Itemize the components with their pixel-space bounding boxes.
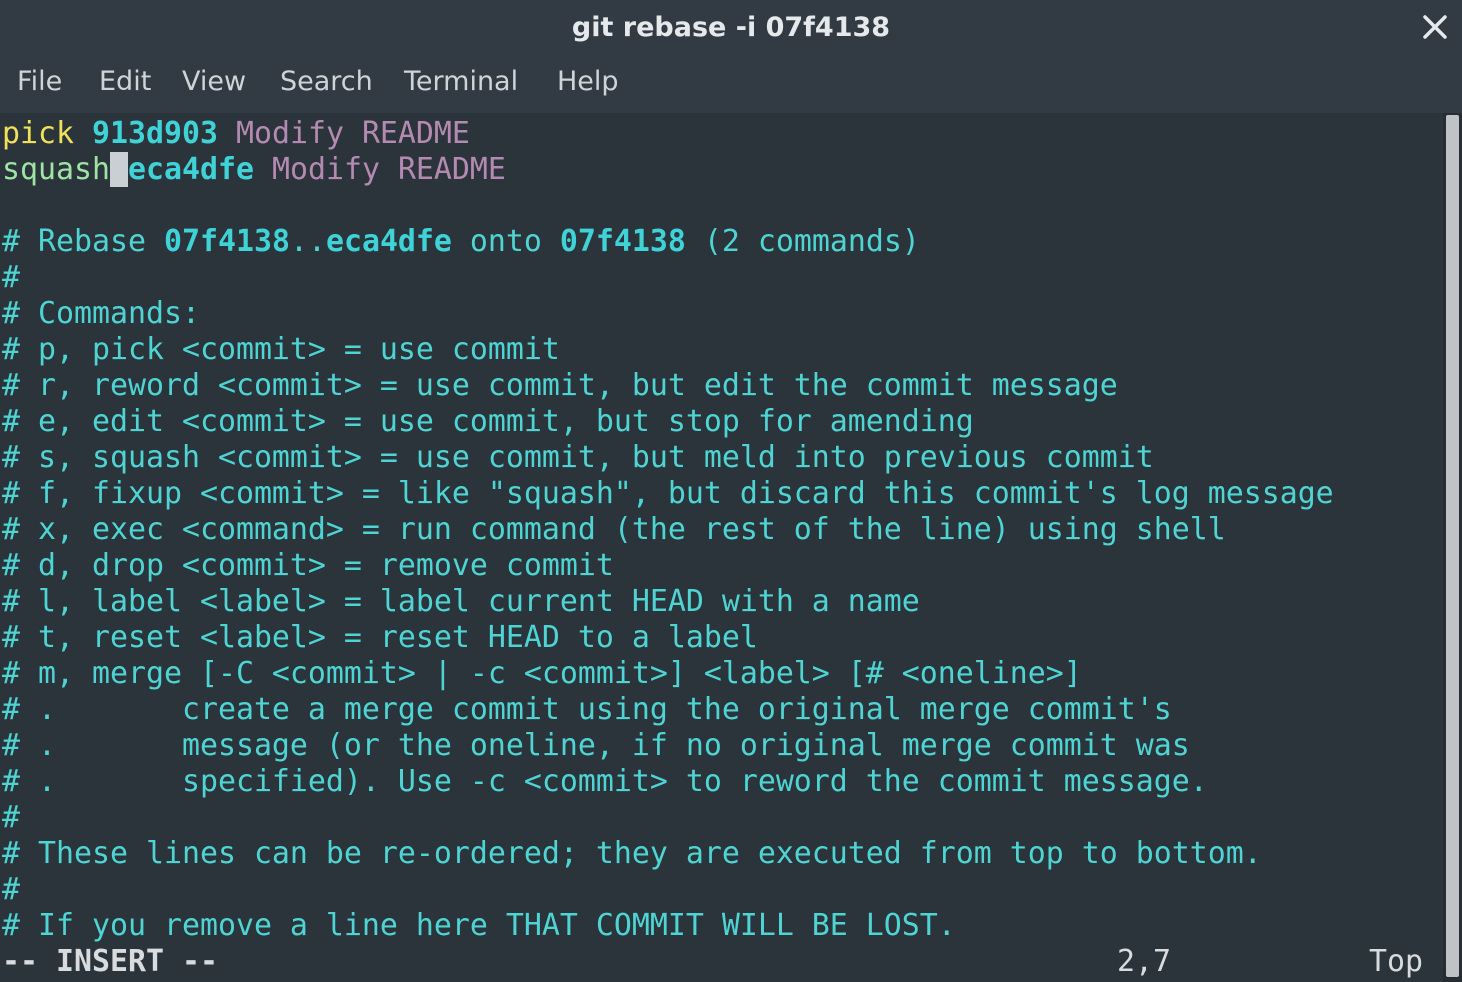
title-bar: git rebase -i 07f4138 [0,0,1462,56]
mode-indicator: -- INSERT -- [2,944,218,979]
comment-line: # t, reset <label> = reset HEAD to a lab… [2,620,758,655]
comment-line: # . message (or the oneline, if no origi… [2,728,1190,763]
menu-bar: File Edit View Search Terminal Help [0,56,1462,113]
comment-line: # m, merge [-C <commit> | -c <commit>] <… [2,656,1082,691]
comment-line: # d, drop <commit> = remove commit [2,548,614,583]
menu-search[interactable]: Search [280,66,373,97]
menu-view[interactable]: View [182,66,246,97]
comment-line: # s, squash <commit> = use commit, but m… [2,440,1154,475]
comment-line: # l, label <label> = label current HEAD … [2,584,920,619]
scroll-indicator: Top [1369,944,1423,979]
todo-message: Modify README [235,116,470,151]
todo-message: Modify README [271,152,506,187]
comment-line: # [2,800,20,835]
cursor-position: 2,7 [1117,944,1171,979]
todo-line-1: pick 913d903 Modify README [2,116,470,152]
todo-command: squash [2,152,110,187]
window-title: git rebase -i 07f4138 [571,12,891,43]
todo-line-2: squash eca4dfe Modify README [2,152,506,188]
comment-line: # . create a merge commit using the orig… [2,692,1172,727]
comment-line: # . specified). Use -c <commit> to rewor… [2,764,1208,799]
comment-line: # These lines can be re-ordered; they ar… [2,836,1262,871]
comment-line: # r, reword <commit> = use commit, but e… [2,368,1118,403]
menu-file[interactable]: File [17,66,62,97]
close-icon[interactable] [1420,12,1450,42]
comment-line: # p, pick <commit> = use commit [2,332,560,367]
text-cursor [109,152,128,187]
comment-line: # e, edit <commit> = use commit, but sto… [2,404,974,439]
comment-line: # f, fixup <commit> = like "squash", but… [2,476,1334,511]
scrollbar[interactable] [1443,113,1462,982]
todo-hash: 913d903 [91,116,218,151]
onto-hash: 07f4138 [559,224,686,259]
terminal-text-area[interactable]: pick 913d903 Modify README squash eca4df… [0,113,1443,982]
scrollbar-thumb[interactable] [1446,115,1459,977]
todo-hash: eca4dfe [127,152,254,187]
range-to-hash: eca4dfe [325,224,452,259]
range-from-hash: 07f4138 [163,224,290,259]
todo-command: pick [2,116,74,151]
comment-line: # [2,872,20,907]
comment-line: # If you remove a line here THAT COMMIT … [2,908,956,943]
rebase-header-line: # Rebase 07f4138..eca4dfe onto 07f4138 (… [2,224,920,259]
menu-edit[interactable]: Edit [99,66,151,97]
menu-terminal[interactable]: Terminal [404,66,518,97]
comment-line: # [2,260,20,295]
menu-help[interactable]: Help [557,66,619,97]
comment-line: # Commands: [2,296,200,331]
comment-line: # x, exec <command> = run command (the r… [2,512,1226,547]
